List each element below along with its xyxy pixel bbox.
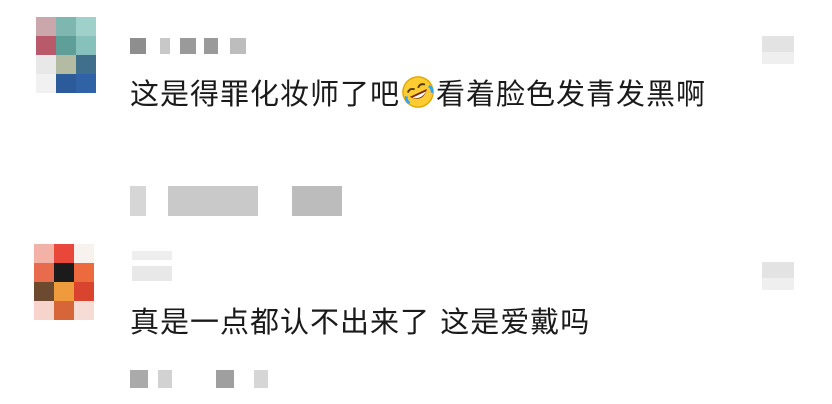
- comment-item: 真是一点都认不出来了 这是爱戴吗: [0, 232, 832, 404]
- rolling-on-floor-laughing-emoji: [402, 76, 434, 108]
- meta-mosaic: [130, 186, 342, 216]
- avatar[interactable]: [36, 17, 96, 93]
- avatar[interactable]: [34, 244, 94, 320]
- username-mosaic[interactable]: [132, 251, 172, 281]
- comment-text: 真是一点都认不出来了 这是爱戴吗: [130, 300, 730, 344]
- comment-text-part-1: 真是一点都认不出来了 这是爱戴吗: [130, 305, 591, 339]
- comment-text-part-2: 看着脸色发青发黑啊: [436, 77, 707, 111]
- meta-mosaic: [130, 370, 268, 388]
- comment-item: 这是得罪化妆师了吧 看着脸色发青发黑啊: [0, 0, 832, 232]
- username-mosaic[interactable]: [130, 38, 246, 54]
- pixelated-like-icon[interactable]: [760, 258, 796, 294]
- comment-text-part-1: 这是得罪化妆师了吧: [130, 77, 401, 111]
- pixelated-like-icon[interactable]: [760, 32, 796, 68]
- comment-text: 这是得罪化妆师了吧 看着脸色发青发黑啊: [130, 72, 750, 116]
